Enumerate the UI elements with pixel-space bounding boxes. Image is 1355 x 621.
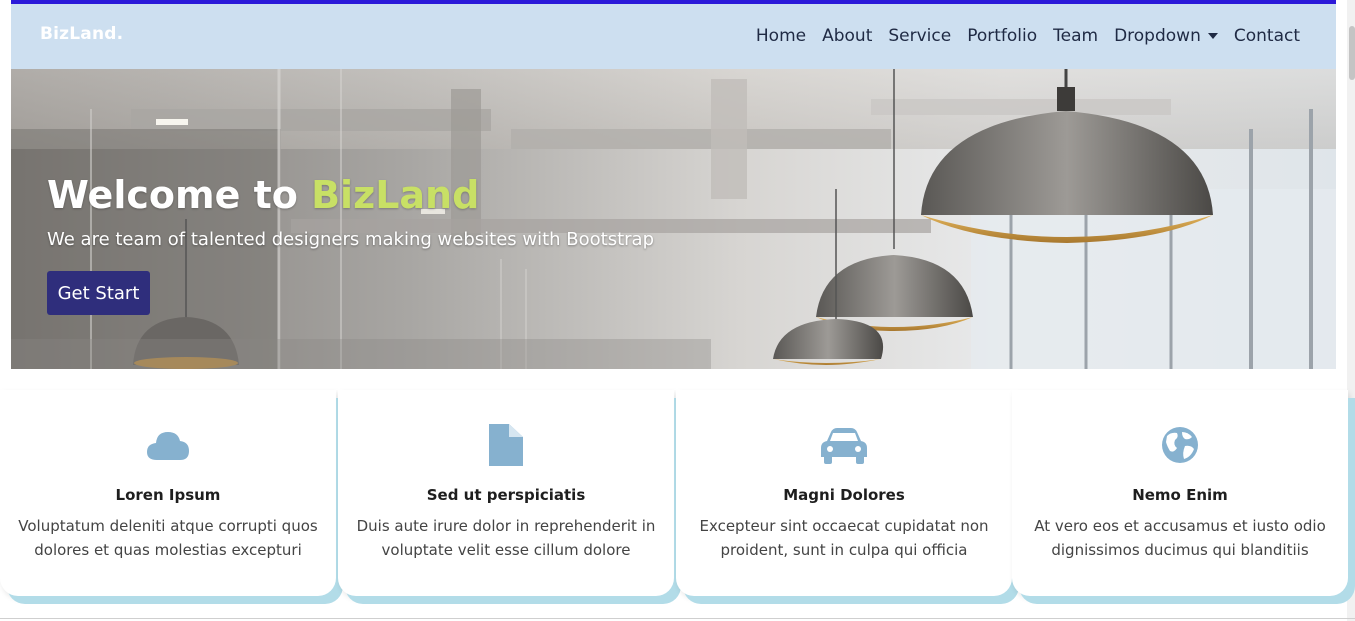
card-text: At vero eos et accusamus et iusto odio d…: [1034, 517, 1326, 559]
nav-item-service[interactable]: Service: [888, 26, 951, 46]
hero-title-prefix: Welcome to: [47, 173, 312, 217]
card-text: Duis aute irure dolor in reprehenderit i…: [356, 517, 656, 559]
nav-item-label: About: [822, 26, 873, 46]
nav-item-label: Portfolio: [967, 26, 1038, 46]
nav-menu: Home About Service Portfolio Team Dropdo…: [740, 26, 1300, 46]
file-icon: [489, 424, 523, 466]
hero-section: Welcome to BizLand We are team of talent…: [11, 69, 1336, 369]
nav-item-label: Dropdown: [1114, 26, 1201, 46]
services-cards: Loren Ipsum Voluptatum deleniti atque co…: [0, 390, 1348, 605]
hero-title-accent: BizLand: [311, 173, 480, 217]
nav-item-about[interactable]: About: [822, 26, 872, 46]
brand-logo[interactable]: BizLand.: [40, 24, 123, 44]
card-text: Excepteur sint occaecat cupidatat non pr…: [699, 517, 989, 559]
hero-title: Welcome to BizLand: [47, 173, 479, 217]
service-card[interactable]: Sed ut perspiciatis Duis aute irure dolo…: [338, 390, 674, 596]
nav-item-label: Team: [1053, 26, 1099, 46]
nav-item-home[interactable]: Home: [756, 26, 806, 46]
hero-background-image: [11, 69, 1336, 369]
nav-item-label: Contact: [1233, 26, 1300, 46]
nav-item-contact[interactable]: Contact: [1234, 26, 1300, 46]
hero-subtitle: We are team of talented designers making…: [47, 229, 655, 250]
card-text: Voluptatum deleniti atque corrupti quos …: [18, 517, 318, 559]
scrollbar-track[interactable]: [1347, 0, 1355, 621]
nav-item-label: Service: [888, 26, 952, 46]
nav-item-team[interactable]: Team: [1053, 26, 1098, 46]
caret-down-icon: [1207, 33, 1218, 39]
navbar: BizLand. Home About Service Portfolio Te…: [11, 4, 1336, 69]
get-started-button[interactable]: Get Start: [47, 271, 150, 315]
card-title: Loren Ipsum: [115, 486, 221, 504]
card-title: Nemo Enim: [1132, 486, 1228, 504]
car-icon: [821, 428, 867, 464]
service-card[interactable]: Magni Dolores Excepteur sint occaecat cu…: [676, 390, 1012, 596]
cloud-icon: [147, 432, 189, 460]
card-title: Magni Dolores: [783, 486, 905, 504]
nav-item-portfolio[interactable]: Portfolio: [967, 26, 1037, 46]
page: BizLand. Home About Service Portfolio Te…: [0, 0, 1355, 621]
service-card[interactable]: Nemo Enim At vero eos et accusamus et iu…: [1012, 390, 1348, 596]
globe-icon: [1162, 427, 1198, 463]
service-card[interactable]: Loren Ipsum Voluptatum deleniti atque co…: [0, 390, 336, 596]
nav-item-label: Home: [755, 26, 807, 46]
card-title: Sed ut perspiciatis: [426, 486, 586, 504]
scrollbar-thumb[interactable]: [1349, 26, 1355, 80]
nav-item-dropdown[interactable]: Dropdown: [1114, 26, 1218, 46]
bottom-divider: [0, 618, 1355, 619]
